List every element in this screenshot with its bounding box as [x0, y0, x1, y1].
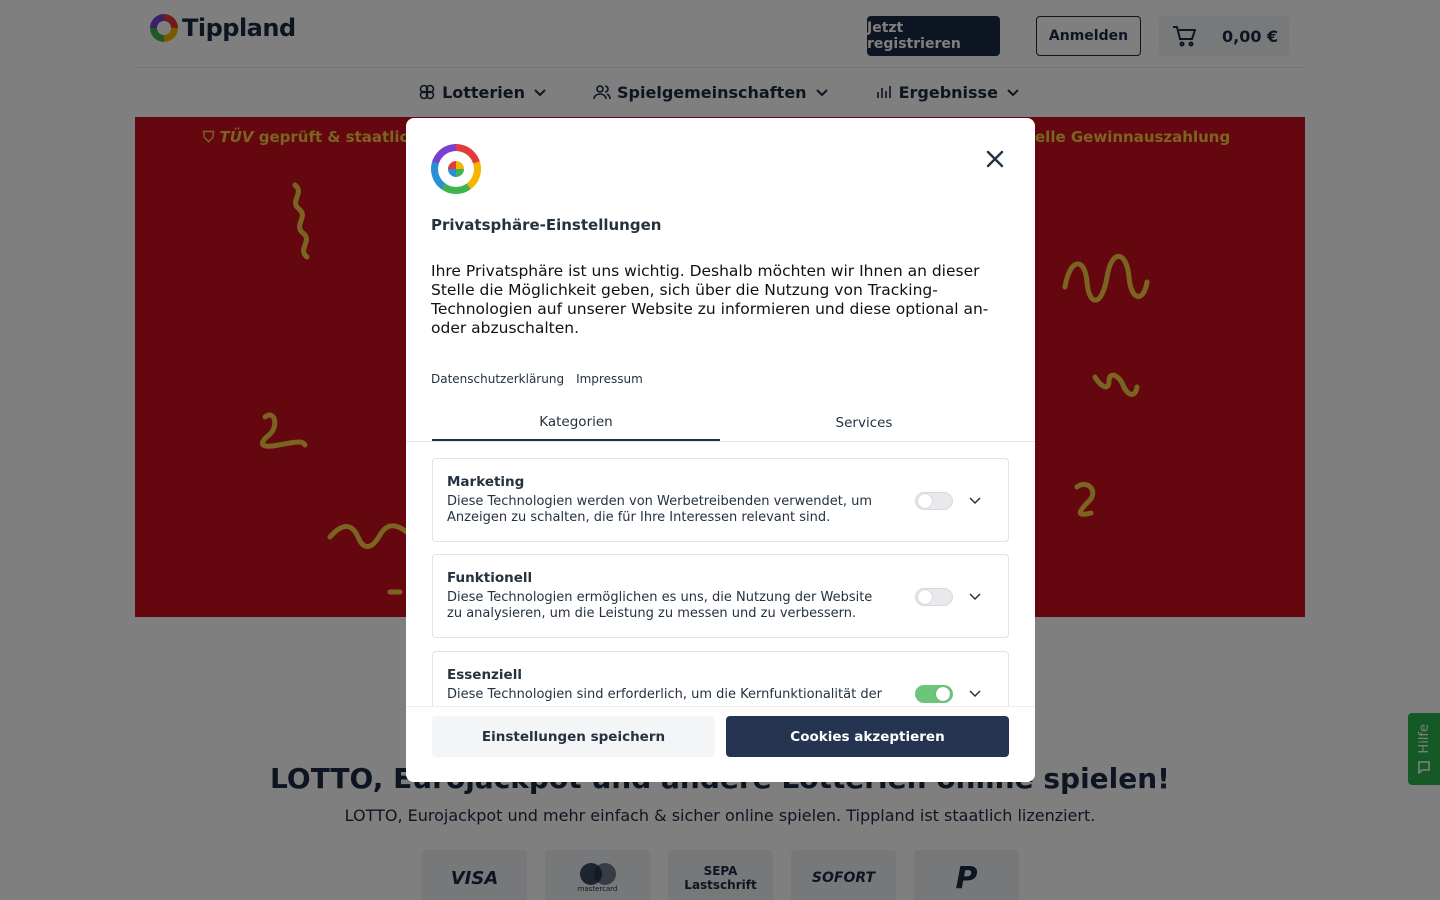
tab-kategorien[interactable]: Kategorien [432, 404, 720, 441]
close-button[interactable] [982, 146, 1008, 172]
category-description: Diese Technologien ermöglichen es uns, d… [447, 590, 873, 621]
tab-services[interactable]: Services [720, 404, 1008, 441]
privacy-policy-link[interactable]: Datenschutzerklärung [431, 372, 564, 386]
marketing-toggle[interactable] [915, 492, 953, 510]
tippland-logo-icon [431, 144, 481, 194]
chevron-down-icon[interactable] [967, 492, 983, 508]
dialog-title: Privatsphäre-Einstellungen [431, 216, 662, 234]
accept-cookies-button[interactable]: Cookies akzeptieren [726, 716, 1009, 757]
dialog-tabs: Kategorien Services [406, 404, 1035, 442]
dialog-footer: Einstellungen speichern Cookies akzeptie… [406, 706, 1035, 782]
essential-toggle[interactable] [915, 685, 953, 703]
privacy-settings-dialog: Privatsphäre-Einstellungen Ihre Privatsp… [406, 118, 1035, 782]
category-marketing: Marketing Diese Technologien werden von … [432, 458, 1009, 542]
category-title: Funktionell [447, 570, 533, 586]
functional-toggle[interactable] [915, 588, 953, 606]
category-description: Diese Technologien sind erforderlich, um… [447, 687, 882, 702]
category-description: Diese Technologien werden von Werbetreib… [447, 494, 873, 525]
category-funktionell: Funktionell Diese Technologien ermöglich… [432, 554, 1009, 638]
save-settings-button[interactable]: Einstellungen speichern [432, 716, 715, 757]
dialog-links: Datenschutzerklärung Impressum [431, 372, 643, 386]
category-title: Marketing [447, 474, 525, 490]
chevron-down-icon[interactable] [967, 685, 983, 701]
close-icon [986, 150, 1004, 168]
chevron-down-icon[interactable] [967, 588, 983, 604]
category-title: Essenziell [447, 667, 522, 683]
imprint-link[interactable]: Impressum [576, 372, 643, 386]
dialog-description: Ihre Privatsphäre ist uns wichtig. Desha… [431, 262, 989, 337]
